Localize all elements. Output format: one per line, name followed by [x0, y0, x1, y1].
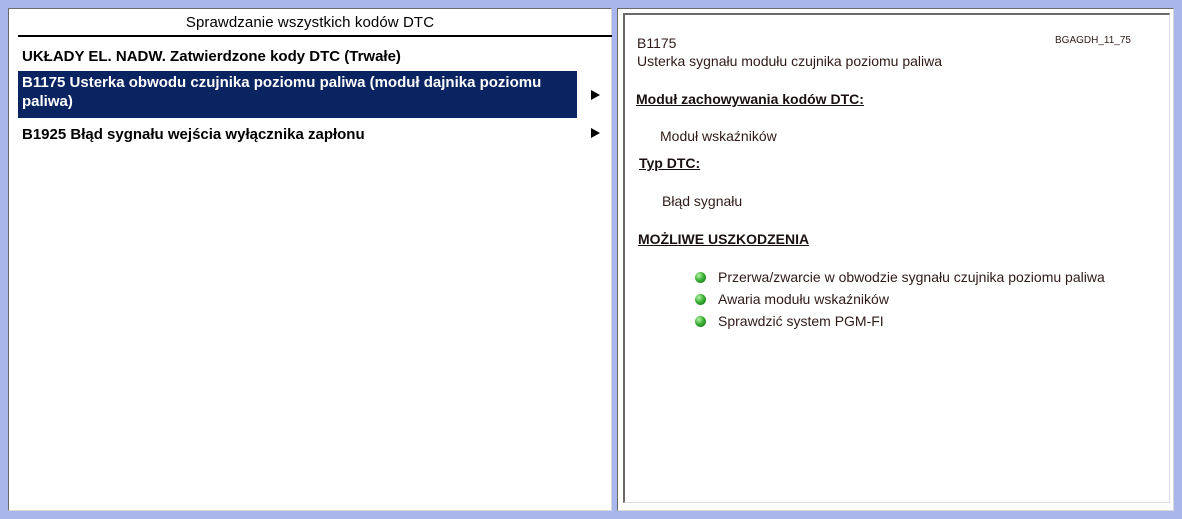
detail-document: B1175 BGAGDH_11_75 Usterka sygnału moduł…	[623, 13, 1170, 503]
module-value: Moduł wskaźników	[660, 128, 777, 144]
bullet-icon	[695, 316, 706, 327]
module-heading: Moduł zachowywania kodów DTC:	[636, 91, 864, 107]
expand-arrow-icon[interactable]	[591, 128, 600, 138]
list-item-b1175[interactable]: B1175 Usterka obwodu czujnika poziomu pa…	[18, 71, 577, 118]
window-edge	[1174, 0, 1182, 519]
list-item-b1925[interactable]: B1925 Błąd sygnału wejścia wyłącznika za…	[18, 123, 577, 147]
reference-code: BGAGDH_11_75	[1055, 35, 1131, 46]
cause-text: Przerwa/zwarcie w obwodzie sygnału czujn…	[718, 269, 1105, 285]
list-item: Sprawdzić system PGM-FI	[695, 313, 884, 329]
type-value: Błąd sygnału	[662, 193, 743, 209]
type-heading: Typ DTC:	[639, 155, 701, 171]
expand-arrow-icon[interactable]	[591, 90, 600, 100]
panel-title: Sprawdzanie wszystkich kodów DTC	[185, 14, 435, 31]
dtc-code: B1175	[637, 35, 677, 51]
causes-heading: MOŻLIWE USZKODZENIA	[638, 231, 810, 247]
cause-text: Sprawdzić system PGM-FI	[718, 313, 884, 329]
dtc-list-panel: Sprawdzanie wszystkich kodów DTC UKŁADY …	[8, 8, 612, 511]
dtc-detail-panel: B1175 BGAGDH_11_75 Usterka sygnału moduł…	[617, 8, 1174, 511]
cause-text: Awaria modułu wskaźników	[718, 291, 889, 307]
bullet-icon	[695, 272, 706, 283]
list-item-category[interactable]: UKŁADY EL. NADW. Zatwierdzone kody DTC (…	[18, 45, 577, 69]
bullet-icon	[695, 294, 706, 305]
list-item: Przerwa/zwarcie w obwodzie sygnału czujn…	[695, 269, 1105, 285]
list-item: Awaria modułu wskaźników	[695, 291, 889, 307]
title-divider	[18, 35, 612, 37]
dtc-description: Usterka sygnału modułu czujnika poziomu …	[637, 53, 943, 69]
